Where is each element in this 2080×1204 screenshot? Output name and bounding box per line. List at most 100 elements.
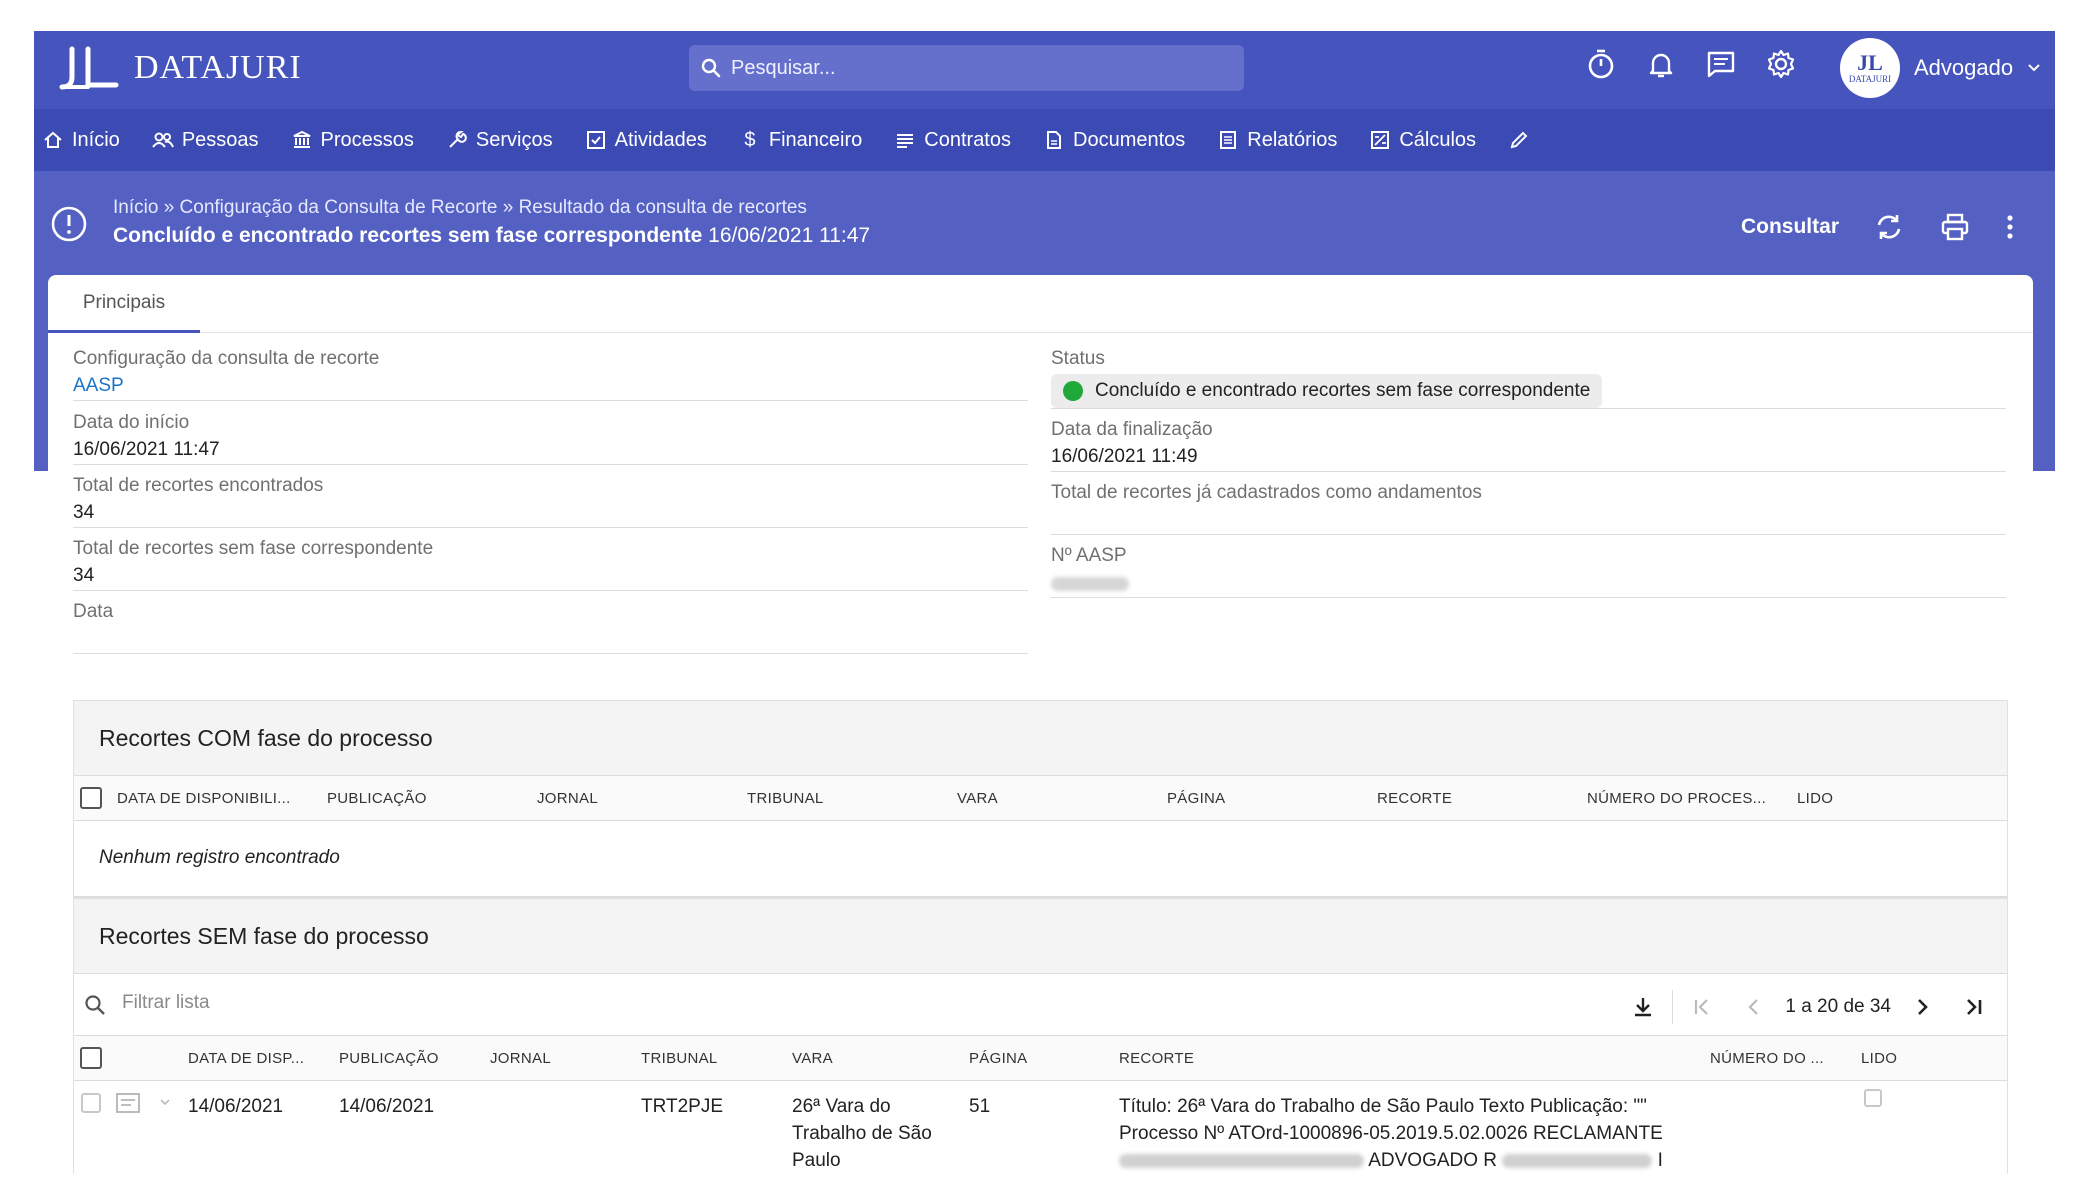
col-header[interactable]: NÚMERO DO PROCES...: [1587, 790, 1766, 807]
people-icon: [152, 129, 174, 151]
col-header[interactable]: DATA DE DISP...: [188, 1050, 304, 1067]
user-menu[interactable]: JL DATAJURI Advogado: [1840, 38, 2041, 98]
document-icon: [1043, 129, 1065, 151]
recorte-line: Título: 26ª Vara do Trabalho de São Paul…: [1119, 1093, 1699, 1120]
note-icon[interactable]: [116, 1093, 140, 1113]
bell-icon[interactable]: [1644, 47, 1678, 81]
logo-mark-icon: [58, 45, 122, 91]
nav-label: Pessoas: [182, 129, 259, 152]
next-page-icon[interactable]: [1907, 992, 1937, 1022]
calculator-icon: [1369, 129, 1391, 151]
table-row[interactable]: 14/06/2021 14/06/2021 TRT2PJE 26ª Vara d…: [74, 1081, 2007, 1174]
nav-item-processos[interactable]: Processos: [291, 129, 414, 152]
panel-with-phase: Recortes COM fase do processo DATA DE DI…: [73, 700, 2008, 898]
field-label: Total de recortes sem fase correspondent…: [73, 538, 433, 560]
col-header[interactable]: VARA: [957, 790, 998, 807]
row-checkbox[interactable]: [81, 1093, 101, 1113]
nav-item-documentos[interactable]: Documentos: [1043, 129, 1185, 152]
nav-item-inicio[interactable]: Início: [42, 129, 120, 152]
last-page-icon[interactable]: [1959, 992, 1989, 1022]
chat-icon[interactable]: [1704, 47, 1738, 81]
nav-item-servicos[interactable]: Serviços: [446, 129, 553, 152]
user-name: Advogado: [1914, 55, 2013, 81]
field-value: 34: [73, 565, 94, 587]
tab-bar: Principais: [48, 275, 2033, 333]
select-all-checkbox[interactable]: [80, 787, 102, 809]
prev-page-icon[interactable]: [1739, 992, 1769, 1022]
content-card: Principais Configuração da consulta de r…: [48, 275, 2033, 1174]
more-vertical-icon[interactable]: [2005, 211, 2015, 243]
breadcrumb[interactable]: Início » Configuração da Consulta de Rec…: [113, 197, 807, 219]
chevron-down-icon: [2027, 63, 2041, 73]
field-no-phase-total: Total de recortes sem fase correspondent…: [73, 528, 1028, 591]
grid-header: DATA DE DISP... PUBLICAÇÃO JORNAL TRIBUN…: [74, 1035, 2007, 1081]
nav-edit-button[interactable]: [1508, 129, 1538, 151]
col-header[interactable]: VARA: [792, 1050, 833, 1067]
logo[interactable]: DATAJURI: [58, 45, 302, 91]
config-link[interactable]: AASP: [73, 375, 124, 397]
panel-title: Recortes SEM fase do processo: [99, 923, 429, 950]
tab-principais[interactable]: Principais: [48, 275, 200, 333]
filter-input[interactable]: [122, 992, 722, 1014]
col-header[interactable]: TRIBUNAL: [747, 790, 824, 807]
col-header[interactable]: LIDO: [1861, 1050, 1897, 1067]
dollar-icon: $: [739, 129, 761, 151]
page-title: Concluído e encontrado recortes sem fase…: [113, 224, 870, 248]
empty-message: Nenhum registro encontrado: [99, 847, 340, 869]
col-header[interactable]: PUBLICAÇÃO: [339, 1050, 439, 1067]
print-icon[interactable]: [1939, 211, 1971, 243]
timer-icon[interactable]: [1584, 47, 1618, 81]
field-end-date: Data da finalização 16/06/2021 11:49: [1051, 409, 2006, 472]
field-start-date: Data do início 16/06/2021 11:47: [73, 402, 1028, 465]
nav-item-relatorios[interactable]: Relatórios: [1217, 129, 1337, 152]
col-header[interactable]: JORNAL: [490, 1050, 551, 1067]
field-label: Data: [73, 601, 113, 623]
status-text: Concluído e encontrado recortes sem fase…: [1095, 380, 1590, 402]
pagination: 1 a 20 de 34: [1628, 990, 1989, 1024]
nav-item-financeiro[interactable]: $ Financeiro: [739, 129, 862, 152]
nav-label: Serviços: [476, 129, 553, 152]
field-label: Configuração da consulta de recorte: [73, 348, 379, 370]
select-all-checkbox[interactable]: [80, 1047, 102, 1069]
nav-label: Relatórios: [1247, 129, 1337, 152]
consult-button[interactable]: Consultar: [1741, 215, 1839, 239]
cell-court: TRT2PJE: [641, 1093, 723, 1120]
page-range: 1 a 20 de 34: [1785, 996, 1891, 1018]
col-header[interactable]: PUBLICAÇÃO: [327, 790, 427, 807]
wrench-icon: [446, 129, 468, 151]
nav-label: Documentos: [1073, 129, 1185, 152]
gear-icon[interactable]: [1764, 47, 1798, 81]
first-page-icon[interactable]: [1687, 992, 1717, 1022]
avatar: JL DATAJURI: [1840, 38, 1900, 98]
read-checkbox[interactable]: [1864, 1089, 1882, 1107]
search-icon: [84, 994, 106, 1016]
global-search[interactable]: [689, 45, 1244, 91]
nav-item-pessoas[interactable]: Pessoas: [152, 129, 259, 152]
nav-item-calculos[interactable]: Cálculos: [1369, 129, 1476, 152]
report-icon: [1217, 129, 1239, 151]
col-header[interactable]: LIDO: [1797, 790, 1833, 807]
logo-text: DATAJURI: [134, 49, 302, 87]
cell-vara: 26ª Vara do Trabalho de São Paulo: [792, 1093, 952, 1174]
col-header[interactable]: PÁGINA: [969, 1050, 1027, 1067]
col-header[interactable]: RECORTE: [1377, 790, 1452, 807]
field-label: Data da finalização: [1051, 419, 1213, 441]
field-registered-total: Total de recortes já cadastrados como an…: [1051, 472, 2006, 535]
col-header[interactable]: TRIBUNAL: [641, 1050, 718, 1067]
download-icon[interactable]: [1628, 992, 1658, 1022]
recorte-text: I: [1658, 1150, 1663, 1171]
col-header[interactable]: NÚMERO DO ...: [1710, 1050, 1824, 1067]
refresh-icon[interactable]: [1873, 211, 1905, 243]
col-header[interactable]: PÁGINA: [1167, 790, 1225, 807]
nav-item-contratos[interactable]: Contratos: [894, 129, 1011, 152]
chevron-down-icon[interactable]: [160, 1099, 170, 1107]
col-header[interactable]: DATA DE DISPONIBILI...: [117, 790, 291, 807]
empty-state: Nenhum registro encontrado: [74, 821, 2007, 897]
nav-item-atividades[interactable]: Atividades: [585, 129, 707, 152]
pencil-icon: [1508, 129, 1530, 151]
divider: [1672, 990, 1673, 1024]
col-header[interactable]: RECORTE: [1119, 1050, 1194, 1067]
search-input[interactable]: [731, 57, 1211, 80]
col-header[interactable]: JORNAL: [537, 790, 598, 807]
home-icon: [42, 129, 64, 151]
